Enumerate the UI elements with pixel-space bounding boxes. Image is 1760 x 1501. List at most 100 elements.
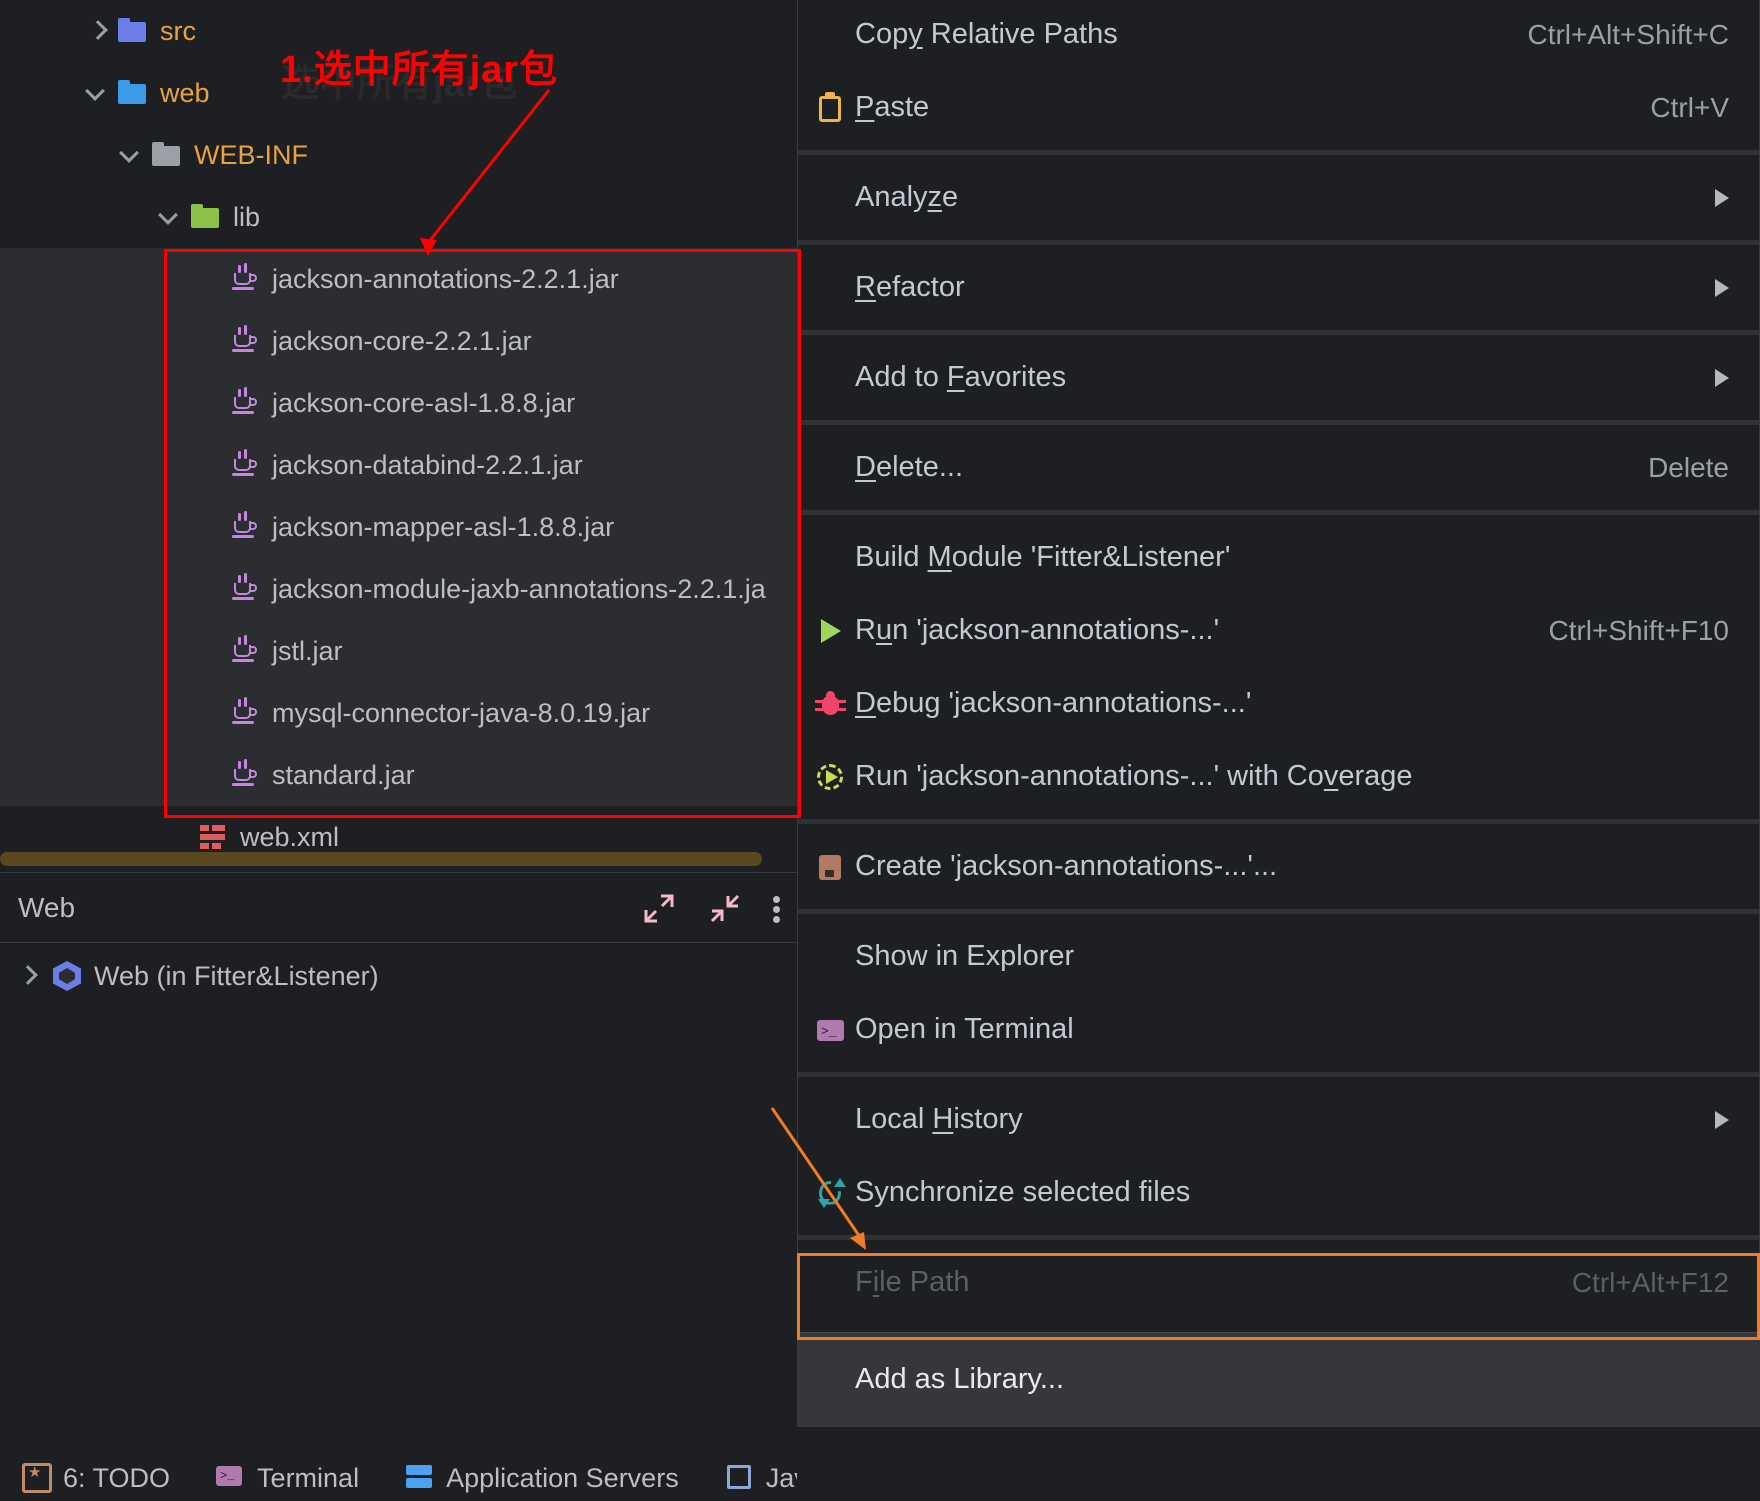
menu-item-add-as-library[interactable]: Add as Library... [798,1332,1760,1426]
menu-item-label: Create 'jackson-annotations-...'... [855,850,1278,882]
status-tab-label: Jav [765,1462,797,1493]
submenu-arrow-icon [1715,278,1729,297]
menu-item-label: Copy Relative Paths [855,18,1118,50]
menu-item-file-path[interactable]: File Path Ctrl+Alt+F12 [798,1246,1759,1319]
web-tool-window: Web Web (in Fitter&Listener) [0,872,797,1501]
menu-item-open-in-terminal[interactable]: >_ Open in Terminal [798,993,1759,1066]
web-artifact-row[interactable]: Web (in Fitter&Listener) [0,943,797,1009]
java-jar-icon [228,510,262,544]
run-icon [814,615,846,647]
tree-node-jar[interactable]: jackson-annotations-2.2.1.jar [0,248,797,310]
menu-separator [798,819,1759,824]
terminal-icon: >_ [814,1014,846,1046]
menu-item-shortcut: Ctrl+V [1650,91,1729,123]
status-tab-jav[interactable]: Jav [725,1463,797,1494]
web-panel-title: Web [18,891,76,923]
submenu-arrow-icon [1715,188,1729,207]
tree-node-jar[interactable]: jackson-mapper-asl-1.8.8.jar [0,496,797,558]
menu-item-run-jackson-annotations-with-coverage[interactable]: Run 'jackson-annotations-...' with Cover… [798,740,1759,813]
menu-item-delete[interactable]: Delete... Delete [798,431,1759,504]
menu-item-run-jackson-annotations[interactable]: Run 'jackson-annotations-...' Ctrl+Shift+… [798,594,1759,667]
tree-node-jar[interactable]: jackson-core-asl-1.8.8.jar [0,372,797,434]
chevron-down-icon[interactable] [84,80,110,106]
status-tab-application-servers[interactable]: Application Servers [405,1463,679,1494]
menu-item-create-jackson-annotations[interactable]: Create 'jackson-annotations-...'... [798,830,1759,903]
java-jar-icon [228,448,262,482]
coverage-icon [814,761,846,793]
context-menu[interactable]: Copy Relative Paths Ctrl+Alt+Shift+C Paste… [797,0,1760,1427]
menu-item-paste[interactable]: Paste Ctrl+V [798,71,1759,144]
menu-item-label: Synchronize selected files [855,1176,1191,1208]
menu-item-label: Debug 'jackson-annotations-...' [855,687,1252,719]
menu-separator [798,150,1759,155]
collapse-all-icon[interactable] [707,890,743,926]
project-tree[interactable]: src web WEB-INF lib jackson-annotations-2.2.… [0,0,797,868]
debug-icon [814,688,846,720]
status-tab-terminal[interactable]: >_ Terminal [216,1463,359,1494]
tree-node-jar[interactable]: jackson-databind-2.2.1.jar [0,434,797,496]
menu-item-debug-jackson-annotations[interactable]: Debug 'jackson-annotations-...' [798,667,1759,740]
tree-node-jar[interactable]: jackson-module-jaxb-annotations-2.2.1.ja [0,558,797,620]
app-servers-icon [405,1463,435,1493]
tree-node-label: WEB-INF [194,139,308,170]
tree-node-src[interactable]: src [0,0,797,62]
menu-item-label: Open in Terminal [855,1013,1074,1045]
jar-file-label: mysql-connector-java-8.0.19.jar [272,697,651,728]
java-jar-icon [228,262,262,296]
folder-src-icon [116,14,150,48]
menu-item-label: Analyze [855,181,959,213]
tree-node-lib[interactable]: lib [0,186,797,248]
tree-node-jar[interactable]: standard.jar [0,744,797,806]
menu-separator [798,1072,1759,1077]
status-tab-6-todo[interactable]: 6: TODO [22,1463,170,1494]
tree-node-web[interactable]: web [0,62,797,124]
menu-item-label: Run 'jackson-annotations-...' with Cover… [855,760,1413,792]
menu-item-add-to-favorites[interactable]: Add to Favorites [798,341,1759,414]
expand-all-icon[interactable] [641,890,677,926]
tree-node-label: lib [233,201,261,232]
paste-icon [814,91,846,124]
create-icon [814,851,846,883]
chevron-down-icon[interactable] [118,142,144,168]
folder-plain-icon [150,138,184,172]
horizontal-scrollbar-thumb[interactable] [0,852,762,866]
web-panel-actions [641,873,781,943]
menu-item-synchronize-selected-files[interactable]: Synchronize selected files [798,1156,1759,1229]
menu-item-copy-relative-paths[interactable]: Copy Relative Paths Ctrl+Alt+Shift+C [798,0,1759,71]
chevron-right-icon[interactable] [14,963,40,989]
folder-web-icon [116,76,150,110]
tree-node-jar[interactable]: jackson-core-2.2.1.jar [0,310,797,372]
menu-item-local-history[interactable]: Local History [798,1083,1759,1156]
chevron-right-icon[interactable] [84,18,110,44]
jar-file-label: jackson-core-asl-1.8.8.jar [272,387,576,418]
tree-node-jar[interactable]: jstl.jar [0,620,797,682]
jar-file-label: jackson-module-jaxb-annotations-2.2.1.ja [272,573,766,604]
more-options-icon[interactable] [773,890,781,926]
menu-item-label: Refactor [855,271,965,303]
menu-separator [798,240,1759,245]
tree-node-label: web [160,77,210,108]
menu-separator [798,909,1759,914]
ide-window: }/*E*1a16 srcwebWEB-INFlibjackson-annota… [0,0,1760,1501]
tree-node-jar[interactable]: mysql-connector-java-8.0.19.jar [0,682,797,744]
jar-file-label: jstl.jar [272,635,343,666]
jar-file-label: jackson-annotations-2.2.1.jar [272,263,619,294]
artifact-icon [50,959,84,993]
terminal-icon: >_ [216,1463,246,1493]
menu-item-analyze[interactable]: Analyze [798,161,1759,234]
menu-item-refactor[interactable]: Refactor [798,251,1759,324]
web-tool-window-header: Web [0,873,797,943]
menu-item-show-in-explorer[interactable]: Show in Explorer [798,920,1759,993]
tree-node-web-inf[interactable]: WEB-INF [0,124,797,186]
menu-item-label: Build Module 'Fitter&Listener' [855,541,1231,573]
sync-icon [814,1177,846,1209]
jar-file-label: jackson-mapper-asl-1.8.8.jar [272,511,615,542]
menu-item-build-module-fitter-listener[interactable]: Build Module 'Fitter&Listener' [798,521,1759,594]
tree-node-label: src [160,15,196,46]
java-jar-icon [228,572,262,606]
todo-icon [22,1463,52,1493]
chevron-down-icon[interactable] [157,204,183,230]
status-tab-label: Terminal [257,1462,360,1493]
context-menu-items[interactable]: Copy Relative Paths Ctrl+Alt+Shift+C Paste… [798,0,1759,1319]
status-tab-label: Application Servers [446,1462,679,1493]
